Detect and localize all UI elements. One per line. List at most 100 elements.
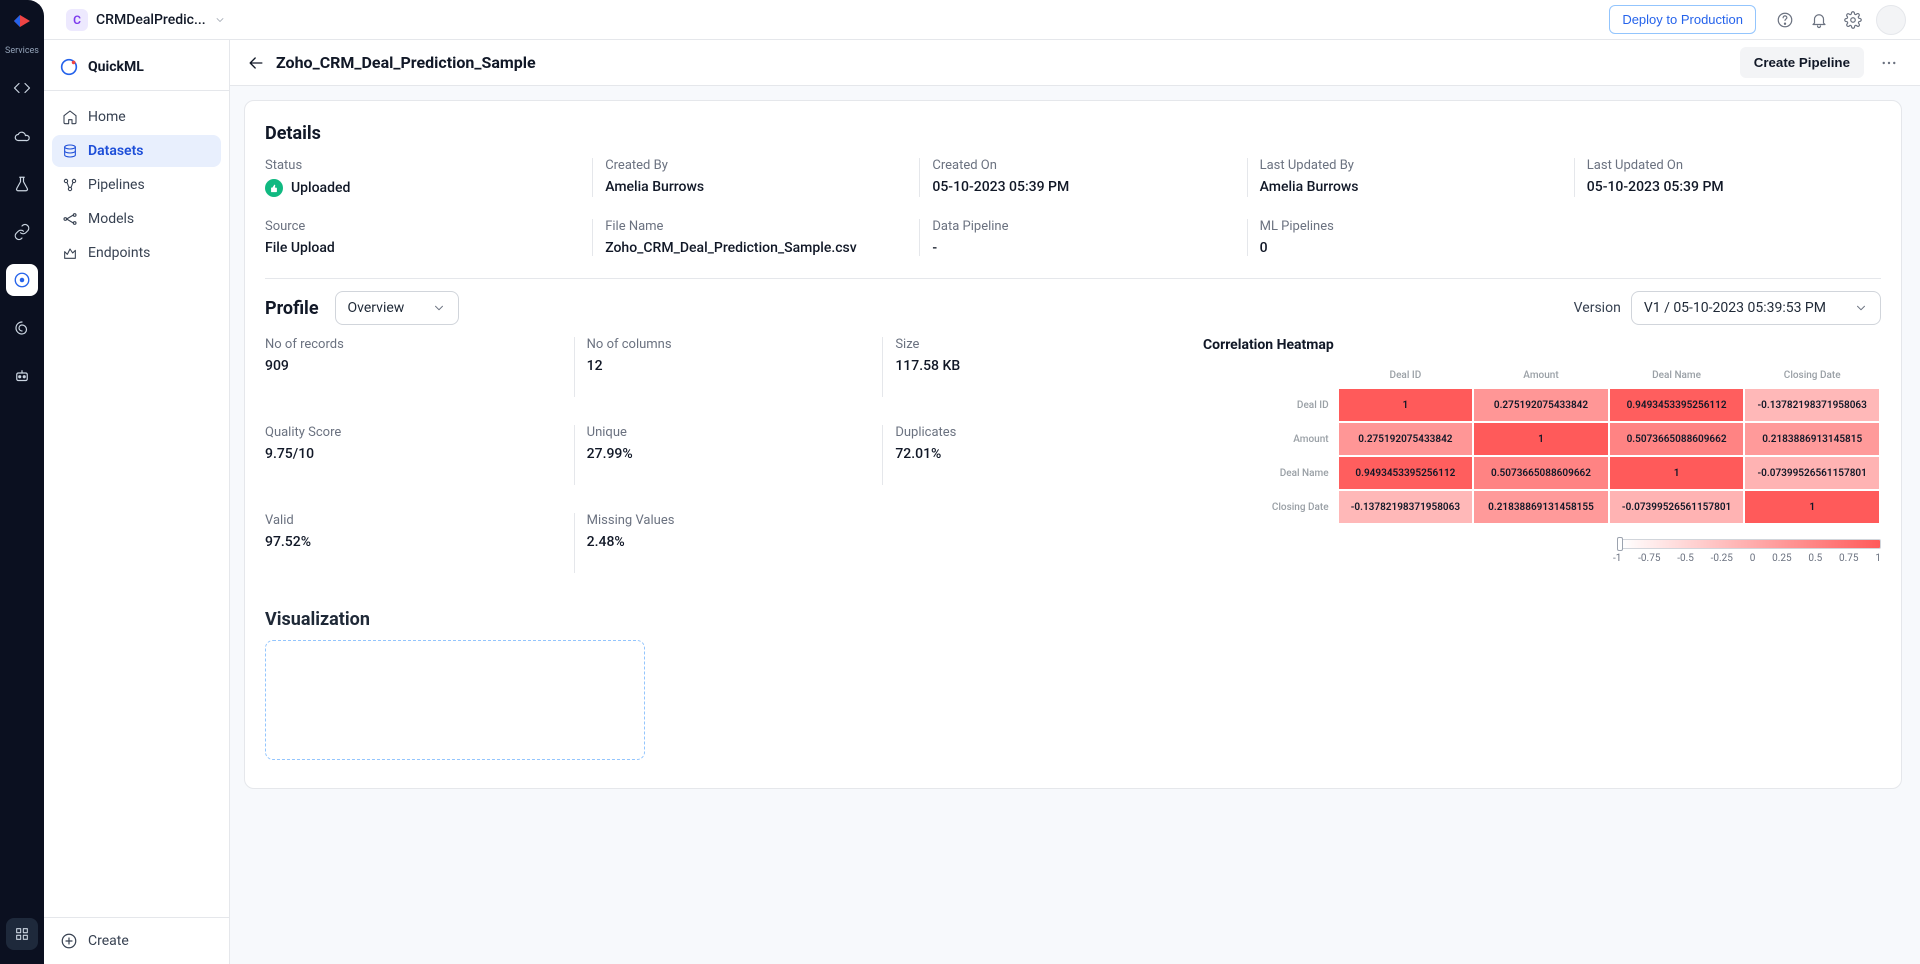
sidebar-nav: Home Datasets Pipelines Models Endpoints (44, 91, 229, 279)
heatmap-row-header: Deal Name (1203, 457, 1337, 489)
rail-item-cloud[interactable] (6, 120, 38, 152)
heatmap-cell: -0.13782198371958063 (1745, 389, 1879, 421)
rail-item-link[interactable] (6, 216, 38, 248)
stat-valid: Valid97.52% (265, 513, 564, 573)
sidebar-item-pipelines[interactable]: Pipelines (52, 169, 221, 201)
stat-quality: Quality Score9.75/10 (265, 425, 564, 485)
help-icon[interactable] (1770, 5, 1800, 35)
stat-columns: No of columns12 (574, 337, 873, 397)
heatmap-row-header: Deal ID (1203, 389, 1337, 421)
heatmap-cell: 1 (1745, 491, 1879, 523)
heatmap-cell: 0.275192075433842 (1474, 389, 1608, 421)
meta-updated-by: Last Updated By Amelia Burrows (1247, 158, 1554, 197)
heatmap-col-header: Deal ID (1339, 369, 1473, 387)
sidebar-create-button[interactable]: Create (44, 917, 229, 964)
heatmap-cell: 0.5073665088609662 (1610, 423, 1744, 455)
heatmap-cell: 0.5073665088609662 (1474, 457, 1608, 489)
rail-label: Services (5, 46, 39, 56)
project-picker[interactable]: C CRMDealPredic... (58, 5, 234, 35)
heatmap-cell: -0.13782198371958063 (1339, 491, 1473, 523)
profile-view-select[interactable]: Overview (335, 291, 460, 325)
meta-ml-pipelines: ML Pipelines 0 (1247, 219, 1554, 256)
rail-item-spiral[interactable] (6, 312, 38, 344)
version-label: Version (1574, 300, 1621, 316)
sidebar-header: QuickML (44, 40, 229, 91)
thumbs-up-icon (265, 179, 283, 197)
heatmap-col-header: Closing Date (1745, 369, 1879, 387)
page-header: Zoho_CRM_Deal_Prediction_Sample Create P… (230, 40, 1920, 86)
sidebar-item-label: Pipelines (88, 177, 145, 193)
topbar: C CRMDealPredic... Deploy to Production (44, 0, 1920, 40)
sidebar-item-label: Home (88, 109, 126, 125)
heatmap-cell: 0.275192075433842 (1339, 423, 1473, 455)
project-name: CRMDealPredic... (96, 12, 206, 28)
endpoints-icon (62, 245, 78, 261)
sidebar-item-datasets[interactable]: Datasets (52, 135, 221, 167)
meta-source: Source File Upload (265, 219, 572, 256)
project-badge: C (66, 9, 88, 31)
profile-stats-grid: No of records909 No of columns12 Size117… (265, 337, 1181, 573)
heatmap-cell: 1 (1610, 457, 1744, 489)
meta-created-by: Created By Amelia Burrows (592, 158, 899, 197)
rail-apps-button[interactable] (6, 918, 38, 950)
heatmap-row-header: Amount (1203, 423, 1337, 455)
heatmap-cell: 1 (1474, 423, 1608, 455)
stat-missing: Missing Values2.48% (574, 513, 873, 573)
user-avatar[interactable] (1876, 5, 1906, 35)
rail-item-flask[interactable] (6, 168, 38, 200)
version-select[interactable]: V1 / 05-10-2023 05:39:53 PM (1631, 291, 1881, 325)
heatmap-row-header: Closing Date (1203, 491, 1337, 523)
datasets-icon (62, 143, 78, 159)
sidebar-item-label: Models (88, 211, 134, 227)
meta-file-name: File Name Zoho_CRM_Deal_Prediction_Sampl… (592, 219, 899, 256)
sidebar-item-label: Datasets (88, 143, 144, 159)
main-scroll[interactable]: Details Status Uploaded Created By Ameli… (230, 86, 1920, 964)
sidebar-item-endpoints[interactable]: Endpoints (52, 237, 221, 269)
select-value: V1 / 05-10-2023 05:39:53 PM (1644, 300, 1826, 316)
back-button[interactable] (246, 53, 266, 73)
gear-icon[interactable] (1838, 5, 1868, 35)
rail-item-bot[interactable] (6, 360, 38, 392)
sidebar: QuickML Home Datasets Pipelines Models E… (44, 40, 230, 964)
heatmap-panel: Correlation Heatmap Deal IDAmountDeal Na… (1201, 337, 1881, 573)
stat-records: No of records909 (265, 337, 564, 397)
models-icon (62, 211, 78, 227)
meta-created-on: Created On 05-10-2023 05:39 PM (919, 158, 1226, 197)
visualization-heading: Visualization (265, 609, 1881, 630)
heatmap-cell: 0.2183886913145815 (1745, 423, 1879, 455)
correlation-heatmap: Deal IDAmountDeal NameClosing DateDeal I… (1201, 367, 1881, 525)
pipelines-icon (62, 177, 78, 193)
sidebar-item-home[interactable]: Home (52, 101, 221, 133)
profile-body: No of records909 No of columns12 Size117… (265, 337, 1881, 573)
create-pipeline-button[interactable]: Create Pipeline (1740, 47, 1864, 78)
details-heading: Details (265, 123, 1881, 144)
meta-data-pipeline: Data Pipeline - (919, 219, 1226, 256)
arrow-left-icon (246, 53, 266, 73)
brand-logo (7, 6, 37, 36)
legend-ticks: -1-0.75-0.5-0.2500.250.50.751 (1613, 553, 1881, 564)
chevron-down-icon (432, 301, 446, 315)
sidebar-item-models[interactable]: Models (52, 203, 221, 235)
more-actions-button[interactable] (1874, 48, 1904, 78)
plus-circle-icon (60, 932, 78, 950)
heatmap-cell: 0.21838869131458155 (1474, 491, 1608, 523)
heatmap-cell: 1 (1339, 389, 1473, 421)
profile-row: Profile Overview Version V1 / 05-10-2023… (265, 291, 1881, 325)
visualization-dropzone[interactable] (265, 640, 645, 760)
rail-item-code[interactable] (6, 72, 38, 104)
quickml-logo-icon (58, 56, 80, 78)
legend-thumb[interactable] (1617, 537, 1623, 551)
stat-size: Size117.58 KB (882, 337, 1181, 397)
divider (265, 278, 1881, 279)
details-grid: Status Uploaded Created By Amelia Burrow… (265, 158, 1881, 256)
dataset-card: Details Status Uploaded Created By Ameli… (244, 100, 1902, 789)
deploy-to-production-button[interactable]: Deploy to Production (1609, 5, 1756, 34)
heatmap-col-header: Amount (1474, 369, 1608, 387)
home-icon (62, 109, 78, 125)
heatmap-title: Correlation Heatmap (1203, 337, 1881, 353)
heatmap-cell: 0.9493453395256112 (1339, 457, 1473, 489)
rail-item-quickml[interactable] (6, 264, 38, 296)
chevron-down-icon (214, 14, 226, 26)
sidebar-create-label: Create (88, 933, 129, 949)
bell-icon[interactable] (1804, 5, 1834, 35)
